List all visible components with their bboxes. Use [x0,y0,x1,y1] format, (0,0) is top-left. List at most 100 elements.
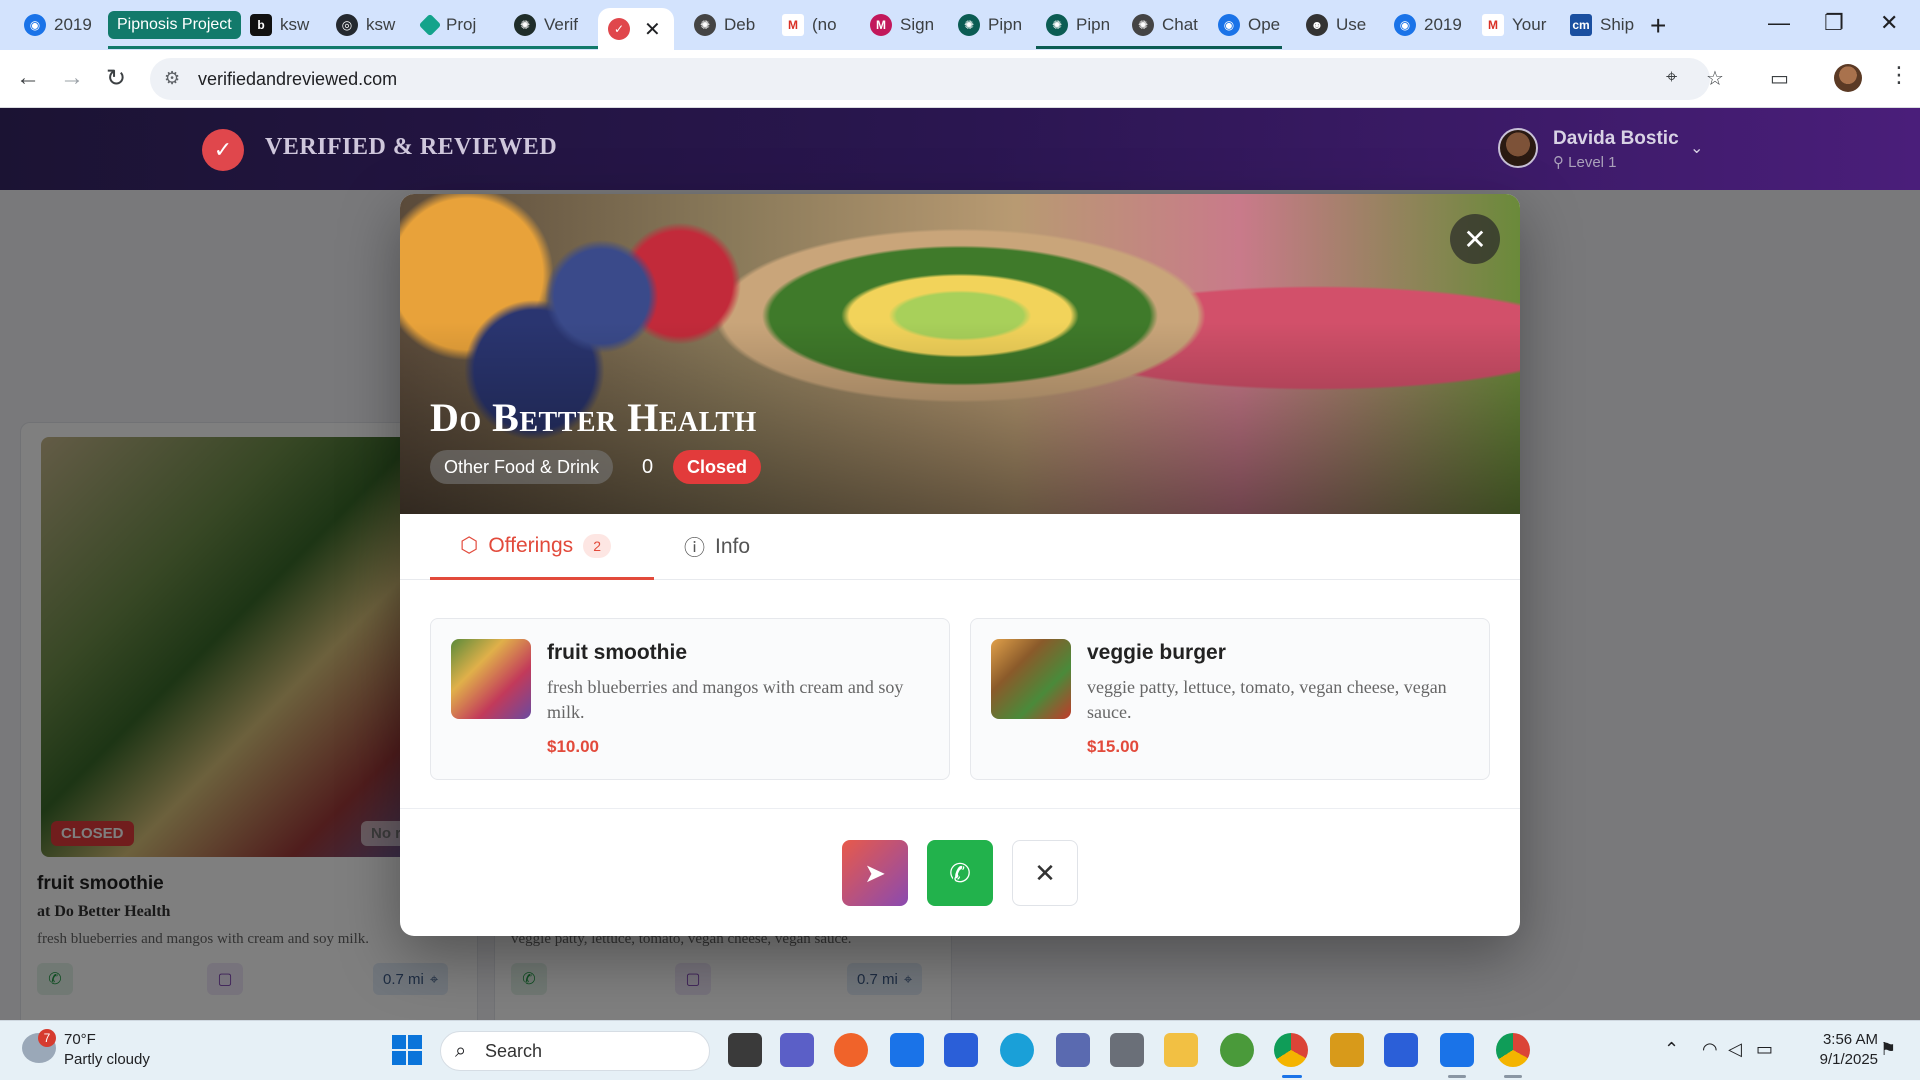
verified-badge-icon[interactable]: ✓ [202,129,244,171]
sticky-app-icon[interactable] [1330,1033,1364,1067]
menu-kebab-icon[interactable]: ⋮ [1888,62,1910,88]
box-icon: ⬡ [460,534,479,557]
edge-icon[interactable] [1000,1033,1034,1067]
browser-tab[interactable]: ✺ Pipn [1036,8,1122,42]
browser-tab[interactable]: ☻ Use [1296,8,1382,42]
notepad-icon[interactable] [1440,1033,1474,1067]
running-app-indicator [1504,1075,1522,1078]
user-name[interactable]: Davida Bostic [1553,128,1679,150]
send-arrow-icon: ➤ [864,857,886,888]
task-view-icon[interactable] [728,1033,762,1067]
browser-tab[interactable]: ◉ Ope [1208,8,1294,42]
cast-search-icon[interactable]: ▭ [1770,66,1789,91]
browser-tab[interactable]: ✺ Verif [504,8,590,42]
site-header: ✓ VERIFIED & REVIEWED Davida Bostic ⚲ Le… [0,108,1920,190]
user-avatar[interactable] [1498,128,1538,168]
windows-taskbar: 7 70°F Partly cloudy ⌕ Search ⌃ ◠ ◁ ▭ 3:… [0,1020,1920,1080]
chevron-down-icon[interactable]: ⌄ [1690,138,1703,158]
robot-icon: ☻ [1306,14,1328,36]
mail-icon[interactable] [890,1033,924,1067]
browser-tab[interactable]: M Sign [860,8,946,42]
site-title[interactable]: VERIFIED & REVIEWED [265,134,557,161]
windows-start-icon[interactable] [392,1035,422,1065]
browser-tab[interactable]: ✺ Chat [1122,8,1208,42]
address-bar[interactable]: ⚙ verifiedandreviewed.com [150,58,1710,100]
ribbon-icon: ⚲ [1553,154,1569,171]
volume-icon[interactable]: ◁ [1728,1039,1742,1060]
openai-icon: ✺ [694,14,716,36]
tab-group-underline [108,46,598,49]
location-icon[interactable]: ⌖ [1666,66,1677,89]
browser-tab[interactable]: M Your [1472,8,1558,42]
close-tab-icon[interactable]: ✕ [644,17,661,42]
firefox-icon[interactable] [834,1033,868,1067]
offering-item[interactable]: veggie burger veggie patty, lettuce, tom… [970,618,1490,780]
bookmark-star-icon[interactable]: ☆ [1706,66,1724,91]
close-window-icon[interactable]: ✕ [1880,10,1898,36]
browser-tab[interactable]: ◉ 2019 [1384,8,1470,42]
chevron-up-icon[interactable]: ⌃ [1664,1039,1679,1060]
browser-toolbar: ← → ↻ ⚙ verifiedandreviewed.com ⌖ ☆ ▭ ⋮ [0,50,1920,108]
chrome-icon[interactable] [1274,1033,1308,1067]
site-info-icon[interactable]: ⚙ [164,68,180,89]
browser-tab[interactable]: cm Ship [1560,8,1646,42]
browser-tab[interactable]: ◉ 2019 [14,8,104,42]
openai-icon: ✺ [1132,14,1154,36]
restore-icon[interactable]: ❐ [1824,10,1844,36]
browser-tab[interactable]: ◎ ksw [326,8,412,42]
reload-icon[interactable]: ↻ [106,64,126,93]
browser-tab[interactable]: Proj [412,8,498,42]
recycle-app-icon[interactable] [1220,1033,1254,1067]
file-explorer-icon[interactable] [1164,1033,1198,1067]
offering-item[interactable]: fruit smoothie fresh blueberries and man… [430,618,950,780]
minimize-icon[interactable]: — [1768,10,1790,36]
clock-date[interactable]: 9/1/2025 [1800,1051,1878,1068]
openai-icon: ✺ [958,14,980,36]
forward-icon[interactable]: → [60,64,84,92]
calculator-icon[interactable] [1110,1033,1144,1067]
profile-avatar[interactable] [1834,64,1862,92]
notification-bell-icon[interactable]: ⚑ [1880,1039,1896,1060]
snipping-tool-icon[interactable] [1056,1033,1090,1067]
teams-icon[interactable] [780,1033,814,1067]
circle-blue-icon: ◉ [1218,14,1240,36]
close-icon[interactable]: ✕ [1450,214,1500,264]
powershell-icon[interactable] [1384,1033,1418,1067]
browser-tab-active[interactable]: ✓ ✕ [598,8,674,50]
battery-icon[interactable]: ▭ [1756,1039,1773,1060]
browser-tab[interactable]: ✺ Pipn [948,8,1034,42]
new-tab-icon[interactable]: + [1650,10,1666,42]
browser-tab[interactable]: b ksw [240,8,326,42]
chrome-profile-icon[interactable] [1496,1033,1530,1067]
clock-time[interactable]: 3:56 AM [1808,1031,1878,1048]
review-count: 0 [642,456,654,478]
offering-thumbnail [991,639,1071,719]
tab-group-chip[interactable]: Pipnosis Project [108,11,241,39]
offering-price: $10.00 [547,737,599,756]
store-icon[interactable] [944,1033,978,1067]
offerings-count-badge: 2 [583,533,612,558]
taskbar-search[interactable]: ⌕ Search [440,1031,710,1071]
business-name: Do Better Health [430,395,757,440]
info-icon: ⓘ [684,537,705,560]
tab-group-underline [1036,46,1282,49]
browser-tab-strip: ◉ 2019 Pipnosis Project b ksw ◎ ksw Proj… [0,0,1920,50]
modal-footer-divider [400,808,1520,809]
tab-info[interactable]: ⓘ Info [684,514,750,580]
modal-tabs: ⬡ Offerings 2 ⓘ Info [400,514,1520,580]
weather-description[interactable]: Partly cloudy [64,1051,150,1068]
call-button[interactable]: ✆ [927,840,993,906]
wifi-icon[interactable]: ◠ [1702,1039,1718,1060]
weather-temperature[interactable]: 70°F [64,1031,96,1048]
check-badge-icon: ✓ [608,18,630,40]
browser-tab[interactable]: ✺ Deb [684,8,770,42]
back-icon[interactable]: ← [16,64,40,92]
url-text: verifiedandreviewed.com [198,68,398,89]
offering-thumbnail [451,639,531,719]
business-modal: ✕ Do Better Health Other Food & Drink 0 … [400,194,1520,936]
tab-offerings[interactable]: ⬡ Offerings 2 [430,514,654,580]
browser-tab[interactable]: M (no [772,8,858,42]
close-button[interactable]: ✕ [1012,840,1078,906]
cm-icon: cm [1570,14,1592,36]
directions-button[interactable]: ➤ [842,840,908,906]
